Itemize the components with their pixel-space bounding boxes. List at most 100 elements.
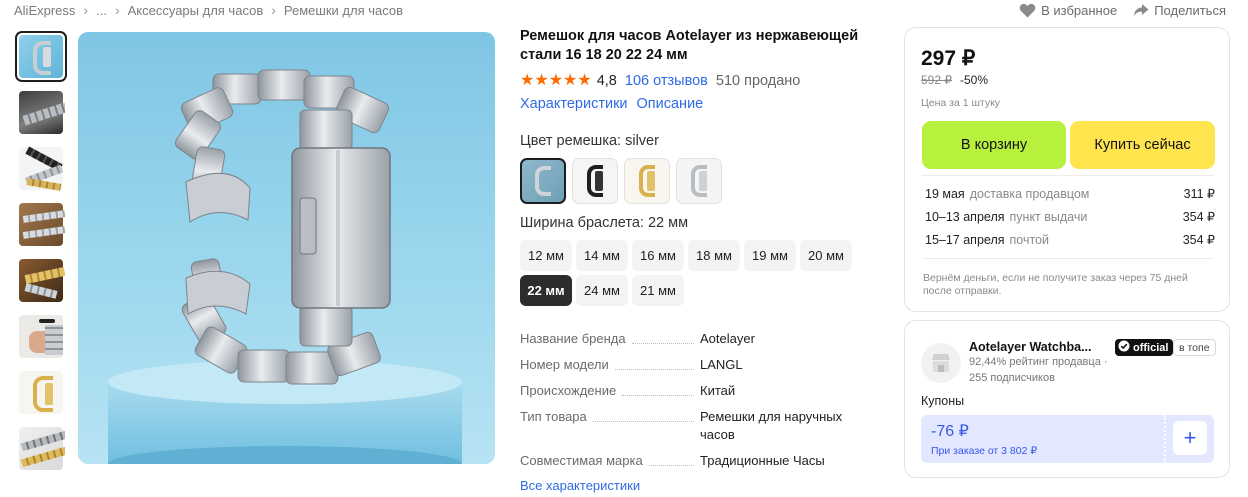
size-option[interactable]: 12 мм xyxy=(520,240,572,271)
breadcrumb-item-watch-accessories[interactable]: Аксессуары для часов xyxy=(128,3,264,18)
official-badge: official xyxy=(1115,339,1174,356)
delivery-price: 311 ₽ xyxy=(1183,187,1215,201)
color-option-silver[interactable] xyxy=(520,158,566,204)
share-label: Поделиться xyxy=(1154,2,1226,18)
rating-value: 4,8 xyxy=(596,73,617,89)
top-badge: в топе xyxy=(1173,339,1216,356)
size-option[interactable]: 18 мм xyxy=(688,240,740,271)
size-option-selected[interactable]: 22 мм xyxy=(520,275,572,306)
delivery-price: 354 ₽ xyxy=(1182,233,1215,247)
delivery-type: пункт выдачи xyxy=(1009,209,1088,224)
spec-row: Название бренда Aotelayer xyxy=(520,330,865,348)
tab-description[interactable]: Описание xyxy=(637,96,704,116)
share-icon xyxy=(1133,3,1149,17)
spec-key: Тип товара xyxy=(520,409,587,424)
delivery-option[interactable]: 15–17 апреля почтой 354 ₽ xyxy=(925,228,1215,251)
delivery-date: 15–17 апреля xyxy=(925,232,1005,247)
thumbnail-list xyxy=(15,31,70,479)
current-price: 297 ₽ xyxy=(921,47,976,70)
spec-value: Aotelayer xyxy=(700,331,755,346)
spec-key: Совместимая марка xyxy=(520,453,643,468)
spec-key: Номер модели xyxy=(520,357,609,372)
delivery-price: 354 ₽ xyxy=(1182,210,1215,224)
size-option[interactable]: 16 мм xyxy=(632,240,684,271)
coupon-card[interactable]: -76 ₽ При заказе от 3 802 ₽ xyxy=(921,415,1164,463)
store-icon[interactable] xyxy=(921,343,961,383)
main-product-image[interactable] xyxy=(78,32,495,464)
add-to-cart-button[interactable]: В корзину xyxy=(922,121,1066,169)
color-option-silver-2[interactable] xyxy=(676,158,722,204)
spec-value: Китай xyxy=(700,383,736,398)
coupons-label: Купоны xyxy=(921,394,965,408)
thumbnail-8[interactable] xyxy=(15,423,67,474)
spec-row: Тип товара Ремешки для наручных часов xyxy=(520,408,865,444)
chevron-right-icon: › xyxy=(83,2,89,18)
top-actions: В избранное Поделиться xyxy=(1019,1,1226,19)
width-label: Ширина браслета: 22 мм xyxy=(520,215,689,231)
product-title: Ремешок для часов Aotelayer из нержавеющ… xyxy=(520,28,859,63)
breadcrumb-item-watch-straps[interactable]: Ремешки для часов xyxy=(284,3,403,18)
sold-count: 510 продано xyxy=(715,73,801,89)
spec-value: LANGL xyxy=(700,357,743,372)
coupon-condition: При заказе от 3 802 ₽ xyxy=(931,445,1038,457)
spec-key: Название бренда xyxy=(520,331,626,346)
size-option[interactable]: 24 мм xyxy=(576,275,628,306)
divider xyxy=(922,258,1214,259)
add-to-favorites-label: В избранное xyxy=(1041,2,1118,18)
thumbnail-5[interactable] xyxy=(15,255,67,306)
color-option-gold[interactable] xyxy=(624,158,670,204)
star-icon: ★ xyxy=(548,72,564,89)
price-per-unit: Цена за 1 штуку xyxy=(921,97,1001,109)
thumbnail-3[interactable] xyxy=(15,143,67,194)
spec-row: Происхождение Китай xyxy=(520,382,865,400)
color-swatches xyxy=(520,158,880,204)
delivery-date: 19 мая xyxy=(925,186,965,201)
verified-icon xyxy=(1118,340,1130,355)
old-price: 592 ₽ xyxy=(921,73,952,87)
star-icon: ★ xyxy=(563,72,578,89)
seller-rating: 92,44% рейтинг продавца · xyxy=(969,356,1108,368)
size-option[interactable]: 20 мм xyxy=(800,240,852,271)
buy-card: 297 ₽ 592 ₽ -50% Цена за 1 штуку В корзи… xyxy=(904,27,1230,312)
product-info: Ремешок для часов Aotelayer из нержавеющ… xyxy=(520,27,880,306)
size-option[interactable]: 19 мм xyxy=(744,240,796,271)
buy-now-button[interactable]: Купить сейчас xyxy=(1070,121,1215,169)
all-specifications-link[interactable]: Все характеристики xyxy=(520,478,640,493)
spec-row: Номер модели LANGL xyxy=(520,356,865,374)
thumbnail-6[interactable] xyxy=(15,311,67,362)
thumbnail-1[interactable] xyxy=(15,31,67,82)
breadcrumb-item-ellipsis[interactable]: ... xyxy=(96,3,107,18)
star-icon: ★ xyxy=(520,72,535,89)
specifications-list: Название бренда Aotelayer Номер модели L… xyxy=(520,330,865,478)
rating-row: ★ ★ ★ ★ ★ 4,8 106 отзывов 510 продано xyxy=(520,71,880,91)
add-to-favorites-button[interactable]: В избранное xyxy=(1019,3,1117,18)
color-option-black[interactable] xyxy=(572,158,618,204)
discount-badge: -50% xyxy=(960,73,989,87)
thumbnail-7[interactable] xyxy=(15,367,67,418)
size-option[interactable]: 21 мм xyxy=(632,275,684,306)
delivery-type: доставка продавцом xyxy=(969,186,1090,201)
delivery-options: 19 мая доставка продавцом 311 ₽ 10–13 ап… xyxy=(925,182,1215,251)
share-button[interactable]: Поделиться xyxy=(1133,3,1226,18)
delivery-date: 10–13 апреля xyxy=(925,209,1005,224)
delivery-option[interactable]: 19 мая доставка продавцом 311 ₽ xyxy=(925,182,1215,205)
reviews-link[interactable]: 106 отзывов xyxy=(625,73,708,89)
refund-note: Вернём деньги, если не получите заказ че… xyxy=(923,272,1188,297)
heart-icon xyxy=(1019,3,1036,18)
delivery-option[interactable]: 10–13 апреля пункт выдачи 354 ₽ xyxy=(925,205,1215,228)
seller-name[interactable]: Aotelayer Watchba... xyxy=(969,340,1109,354)
breadcrumb-item-aliexpress[interactable]: AliExpress xyxy=(14,3,75,18)
product-tabs: Характеристики Описание xyxy=(520,96,880,116)
tab-specifications[interactable]: Характеристики xyxy=(520,96,628,116)
seller-card: Aotelayer Watchba... official в топе 92,… xyxy=(904,320,1230,478)
plus-icon[interactable]: + xyxy=(1173,421,1207,455)
size-option[interactable]: 14 мм xyxy=(576,240,628,271)
delivery-type: почтой xyxy=(1009,232,1049,247)
thumbnail-2[interactable] xyxy=(15,87,67,138)
spec-key: Происхождение xyxy=(520,383,617,398)
thumbnail-4[interactable] xyxy=(15,199,67,250)
official-badge-label: official xyxy=(1133,341,1169,354)
star-icon: ★ xyxy=(577,72,592,89)
rating-stars: ★ ★ ★ ★ ★ xyxy=(520,73,592,89)
divider xyxy=(922,175,1214,176)
